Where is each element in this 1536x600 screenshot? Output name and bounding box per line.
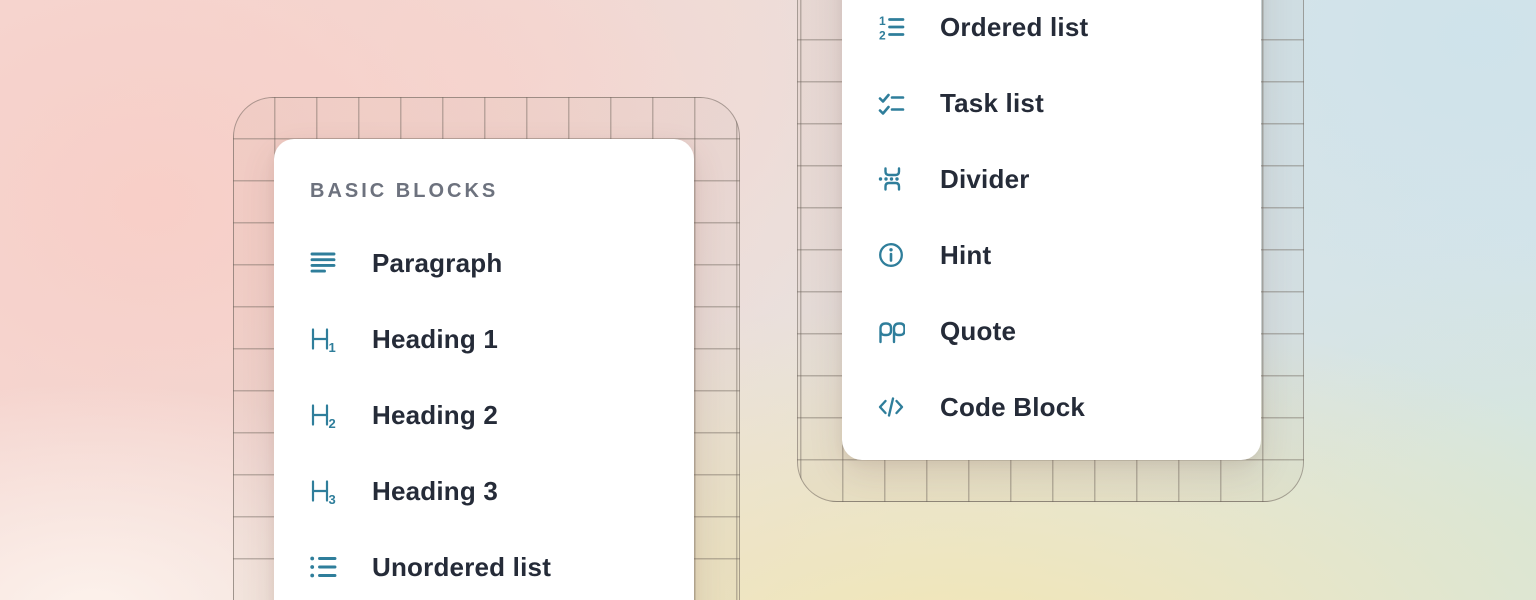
code-block-icon [877,393,905,421]
ordered-list-icon: 12 [877,13,905,41]
menu-item-label: Heading 1 [372,324,498,355]
menu-item-list: Paragraph 1 Heading 1 2 Heading 2 3 Heading 3 U… [274,225,694,600]
heading-2-icon: 2 [309,401,337,429]
menu-section-header: BASIC BLOCKS [310,177,694,205]
menu-item-label: Unordered list [372,552,551,583]
svg-text:1: 1 [879,14,886,28]
menu-item-paragraph[interactable]: Paragraph [274,225,694,301]
menu-item-quote[interactable]: Quote [842,293,1261,369]
menu-item-list: 12 Ordered list Task list Divider Hint Quote C… [842,0,1261,445]
hint-icon [877,241,905,269]
menu-item-heading-3[interactable]: 3 Heading 3 [274,453,694,529]
task-list-icon [877,89,905,117]
menu-item-label: Paragraph [372,248,502,279]
menu-item-label: Hint [940,240,991,271]
menu-item-ordered-list[interactable]: 12 Ordered list [842,0,1261,65]
menu-item-label: Heading 2 [372,400,498,431]
heading-1-icon: 1 [309,325,337,353]
basic-blocks-menu-panel: BASIC BLOCKS Paragraph 1 Heading 1 2 Heading… [274,139,694,600]
menu-item-unordered-list[interactable]: Unordered list [274,529,694,600]
menu-item-label: Quote [940,316,1016,347]
menu-item-label: Divider [940,164,1030,195]
unordered-list-icon [309,553,337,581]
paragraph-icon [309,249,337,277]
menu-item-heading-1[interactable]: 1 Heading 1 [274,301,694,377]
page-background: BASIC BLOCKS Paragraph 1 Heading 1 2 Heading… [0,0,1536,600]
svg-text:2: 2 [329,416,336,429]
menu-item-label: Task list [940,88,1044,119]
menu-item-code-block[interactable]: Code Block [842,369,1261,445]
menu-item-label: Ordered list [940,12,1088,43]
menu-item-label: Code Block [940,392,1085,423]
divider-icon [877,165,905,193]
svg-text:1: 1 [329,340,336,353]
menu-item-label: Heading 3 [372,476,498,507]
menu-item-heading-2[interactable]: 2 Heading 2 [274,377,694,453]
svg-text:2: 2 [879,29,886,42]
svg-text:3: 3 [329,492,336,505]
menu-item-task-list[interactable]: Task list [842,65,1261,141]
blocks-menu-panel-continued: 12 Ordered list Task list Divider Hint Quote C… [842,0,1261,460]
heading-3-icon: 3 [309,477,337,505]
quote-icon [877,317,905,345]
menu-item-hint[interactable]: Hint [842,217,1261,293]
menu-item-divider[interactable]: Divider [842,141,1261,217]
